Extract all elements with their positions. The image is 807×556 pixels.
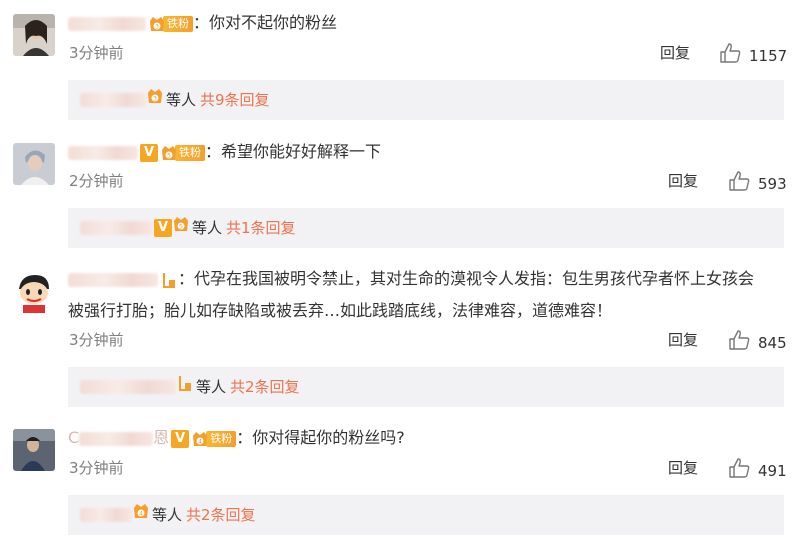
fan-tag: 铁粉 (163, 15, 193, 32)
reply-others: 等人 (152, 506, 183, 524)
comment-text-line2: 被强行打胎；胎儿如存缺陷或被丢弃…如此践踏底线，法律难容，道德难容！ (68, 301, 613, 320)
comment-content-line2: 被强行打胎；胎儿如存缺陷或被丢弃…如此践踏底线，法律难容，道德难容！ (68, 300, 612, 322)
reply-button[interactable]: 回复 (660, 43, 690, 63)
reply-others: 等人 (196, 378, 227, 396)
crown-fan-icon: 3 (149, 15, 165, 33)
crown-fan-icon: 5 (172, 208, 190, 248)
like-button[interactable]: 593 (729, 171, 787, 196)
like-count: 1157 (749, 46, 788, 65)
fan-tag: 铁粉 (206, 430, 237, 447)
fan-badge: 3 铁粉 (149, 15, 193, 33)
username-blurred[interactable] (68, 16, 146, 31)
crown-fan-icon: 5 (161, 144, 177, 162)
reply-user-blurred[interactable] (80, 93, 146, 107)
verified-v-icon: V (154, 219, 172, 237)
crown-fan-icon (176, 367, 194, 407)
svg-text:4: 4 (139, 511, 143, 518)
comment-content: 3 铁粉 ：你对不起你的粉丝 (68, 12, 337, 34)
sub-replies-box: 3 等人 共9条回复 (68, 80, 784, 120)
comment-content: C 恩V 4 铁粉 ：你对得起你的粉丝吗? (68, 427, 405, 449)
thumbs-up-icon (729, 171, 758, 196)
comment-text: ：希望你能好好解释一下 (205, 142, 382, 161)
thumbs-up-icon (729, 458, 758, 483)
comment-text-line1: ：代孕在我国被明令禁止，其对生命的漠视令人发指：包生男孩代孕者怀上女孩会 (178, 269, 755, 288)
comment-time: 2分钟前 (69, 172, 124, 190)
fan-badge: 4 铁粉 (192, 430, 237, 448)
crown-fan-icon: 4 (192, 430, 208, 448)
username-blurred[interactable] (79, 431, 154, 446)
crown-fan-icon (160, 271, 178, 289)
reply-button[interactable]: 回复 (668, 171, 698, 191)
view-replies-link[interactable]: 共9条回复 (200, 80, 270, 120)
fan-tag: 铁粉 (175, 144, 205, 161)
reply-user-blurred[interactable] (80, 508, 132, 522)
like-button[interactable]: 491 (729, 458, 787, 483)
username-prefix[interactable]: C (68, 428, 79, 447)
avatar[interactable] (13, 271, 55, 313)
comment-text: ：你对不起你的粉丝 (193, 13, 338, 32)
verified-v-icon: V (140, 143, 158, 162)
username-suffix[interactable]: 恩 (153, 428, 169, 447)
comment-time: 3分钟前 (69, 331, 124, 349)
crown-fan-icon: 3 (146, 80, 164, 120)
reply-button[interactable]: 回复 (668, 458, 698, 478)
comment-time: 3分钟前 (69, 459, 124, 477)
username-blurred[interactable] (68, 272, 158, 287)
sub-replies-box: V 5 等人 共1条回复 (68, 208, 784, 248)
reply-button[interactable]: 回复 (668, 330, 698, 350)
comment-content: V 5 铁粉 ：希望你能好好解释一下 (68, 141, 381, 163)
reply-others: 等人 (166, 91, 197, 109)
comment-content: ：代孕在我国被明令禁止，其对生命的漠视令人发指：包生男孩代孕者怀上女孩会 (68, 268, 754, 290)
avatar[interactable] (13, 14, 55, 56)
like-count: 845 (758, 333, 787, 352)
svg-text:5: 5 (179, 224, 183, 231)
avatar[interactable] (13, 143, 55, 185)
comment-text: ：你对得起你的粉丝吗? (236, 428, 405, 447)
crown-fan-icon: 4 (132, 495, 150, 535)
view-replies-link[interactable]: 共1条回复 (226, 208, 296, 248)
svg-text:5: 5 (167, 152, 171, 159)
view-replies-link[interactable]: 共2条回复 (230, 367, 300, 407)
svg-text:3: 3 (153, 96, 157, 103)
svg-text:4: 4 (198, 438, 202, 445)
sub-replies-box: 等人 共2条回复 (68, 367, 784, 407)
svg-text:3: 3 (155, 23, 159, 30)
like-count: 593 (758, 174, 787, 193)
username-blurred[interactable] (68, 145, 138, 160)
thumbs-up-icon (720, 43, 749, 68)
reply-user-blurred[interactable] (80, 380, 176, 394)
thumbs-up-icon (729, 330, 758, 355)
reply-user-blurred[interactable] (80, 221, 152, 235)
view-replies-link[interactable]: 共2条回复 (186, 495, 256, 535)
like-count: 491 (758, 461, 787, 480)
verified-v-icon: V (171, 429, 190, 448)
comment-time: 3分钟前 (69, 44, 124, 62)
sub-replies-box: 4 等人 共2条回复 (68, 495, 784, 535)
fan-badge: 5 铁粉 (161, 144, 205, 162)
reply-others: 等人 (192, 219, 223, 237)
avatar[interactable] (13, 429, 55, 471)
like-button[interactable]: 1157 (720, 43, 787, 68)
like-button[interactable]: 845 (729, 330, 787, 355)
